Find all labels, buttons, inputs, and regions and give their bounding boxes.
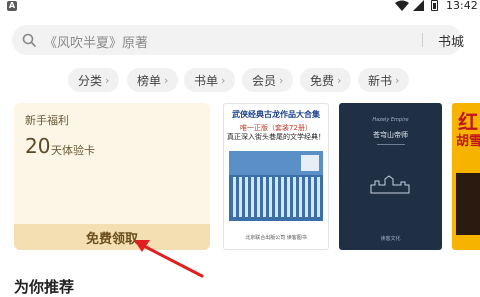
book-title: 苍穹山帝师 bbox=[373, 131, 408, 139]
chip-free[interactable]: 免费 › bbox=[300, 68, 352, 92]
book-tagline: 真正深入街头巷尾的文学经典！ bbox=[227, 133, 325, 141]
chevron-right-icon: › bbox=[221, 73, 226, 87]
chip-category[interactable]: 分类 › bbox=[68, 68, 120, 92]
book-cover[interactable]: 红 胡雪 bbox=[452, 103, 480, 250]
welfare-card[interactable]: 新手福利 20 天体验卡 免费领取 bbox=[14, 103, 210, 250]
signal-icon bbox=[413, 0, 424, 11]
chip-label: 会员 bbox=[252, 73, 277, 88]
chevron-right-icon: › bbox=[164, 73, 169, 87]
search-bar[interactable]: 《风吹半夏》原著 书城 bbox=[12, 25, 464, 55]
annotation-arrow-icon bbox=[134, 240, 204, 278]
book-publisher: 北京联合出版公司 读客图书 bbox=[245, 235, 307, 241]
book-publisher: 读客文化 bbox=[380, 236, 401, 242]
book-cover[interactable]: 武侠经典古龙作品大合集 唯一正版（套装72册） 真正深入街头巷尾的文学经典！ 北… bbox=[223, 103, 329, 250]
chip-membership[interactable]: 会员 › bbox=[242, 68, 294, 92]
chip-label: 分类 bbox=[78, 73, 103, 88]
book-stack-illustration bbox=[229, 151, 323, 221]
app-notification-icon: A bbox=[7, 1, 17, 11]
search-icon bbox=[22, 33, 36, 47]
welfare-unit: 天体验卡 bbox=[51, 144, 95, 157]
search-divider bbox=[422, 33, 423, 47]
book-title: 武侠经典古龙作品大合集 bbox=[232, 110, 320, 119]
chevron-right-icon: › bbox=[395, 73, 400, 87]
welfare-title: 新手福利 bbox=[25, 114, 69, 127]
book-series: Hazely Empire bbox=[372, 117, 409, 123]
book-subtitle: 胡雪 bbox=[456, 134, 480, 149]
chip-label: 免费 bbox=[310, 73, 335, 88]
status-time: 13:42 bbox=[446, 0, 478, 12]
chevron-right-icon: › bbox=[105, 73, 110, 87]
status-bar: A 13:42 bbox=[0, 0, 480, 14]
chevron-right-icon: › bbox=[337, 73, 342, 87]
castle-emblem-icon bbox=[370, 175, 410, 194]
chip-label: 书单 bbox=[194, 73, 219, 88]
book-cover[interactable]: Hazely Empire 苍穹山帝师 读客文化 bbox=[339, 103, 442, 250]
chip-label: 榜单 bbox=[137, 73, 162, 88]
chip-new-books[interactable]: 新书 › bbox=[358, 68, 410, 92]
library-button[interactable]: 书城 bbox=[438, 31, 464, 50]
chip-booklist[interactable]: 书单 › bbox=[184, 68, 236, 92]
book-illustration bbox=[456, 173, 480, 235]
welfare-days: 20 bbox=[25, 134, 51, 158]
book-divider bbox=[377, 144, 405, 145]
chevron-right-icon: › bbox=[279, 73, 284, 87]
section-title: 为你推荐 bbox=[14, 278, 75, 296]
chip-label: 新书 bbox=[368, 73, 393, 88]
chip-ranking[interactable]: 榜单 › bbox=[127, 68, 179, 92]
search-input[interactable]: 《风吹半夏》原著 bbox=[44, 32, 148, 51]
wifi-icon bbox=[395, 0, 409, 11]
battery-icon bbox=[431, 0, 438, 11]
